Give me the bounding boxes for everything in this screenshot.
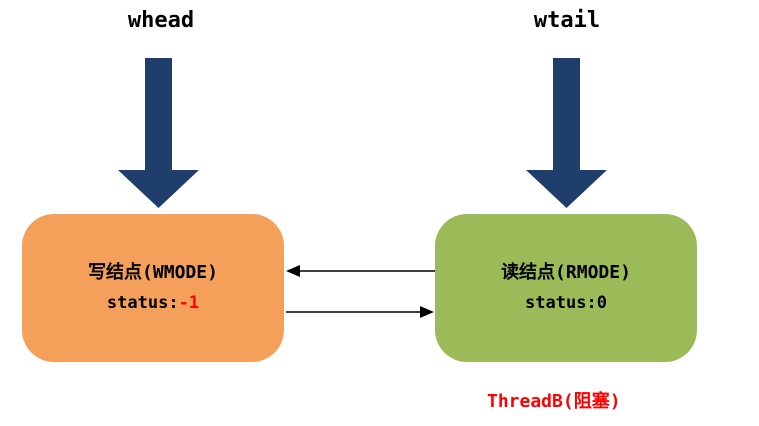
read-node-status: status:0 [525, 290, 607, 316]
write-node-title: 写结点(WMODE) [88, 262, 218, 283]
read-node-status-label: status: [525, 293, 597, 313]
write-node-status-value: -1 [178, 293, 200, 313]
whead-down-arrow-icon [118, 58, 199, 208]
write-node: 写结点(WMODE) status:-1 [22, 214, 284, 362]
thread-blocked-label: ThreadB(阻塞) [487, 391, 621, 412]
read-node-status-value: 0 [596, 293, 607, 313]
wtail-down-arrow-icon [526, 58, 607, 208]
diagram-arrows [118, 58, 607, 318]
next-link-arrow-icon [286, 306, 434, 318]
read-node: 读结点(RMODE) status:0 [435, 214, 697, 362]
write-node-status: status:-1 [107, 290, 199, 316]
read-node-title: 读结点(RMODE) [501, 262, 631, 283]
prev-link-arrow-icon [286, 265, 435, 277]
write-node-status-label: status: [106, 293, 179, 313]
diagram-canvas: whead wtail 写结点(WMODE) status:-1 读结点(RMO… [0, 0, 759, 426]
